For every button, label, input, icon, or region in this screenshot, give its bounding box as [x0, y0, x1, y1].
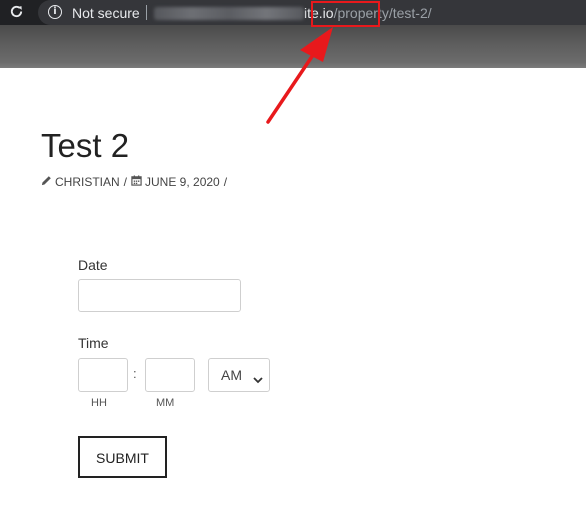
- minute-input[interactable]: [145, 358, 195, 392]
- ampm-selected-value: AM: [221, 367, 242, 383]
- post-date: JUNE 9, 2020: [145, 174, 220, 189]
- pencil-icon: [41, 175, 52, 189]
- meta-separator: /: [223, 174, 228, 189]
- post-meta: CHRISTIAN / JUNE 9, 2020/: [41, 174, 231, 189]
- blurred-host: [154, 7, 304, 20]
- annotation-highlight-box: [311, 1, 380, 27]
- minute-sublabel: MM: [156, 397, 175, 409]
- hour-input[interactable]: [78, 358, 128, 392]
- ampm-select[interactable]: AM: [208, 358, 270, 392]
- time-separator: :: [133, 366, 137, 381]
- calendar-icon: [131, 175, 142, 189]
- date-label: Date: [78, 257, 108, 273]
- site-header: [0, 25, 586, 68]
- browser-toolbar: i Not secure ite.io/property/test-2/: [0, 0, 586, 25]
- reload-icon[interactable]: [8, 4, 25, 21]
- date-input[interactable]: [78, 279, 241, 312]
- info-icon[interactable]: i: [48, 5, 62, 19]
- post-author[interactable]: CHRISTIAN: [55, 175, 120, 189]
- meta-separator: /: [123, 174, 128, 189]
- security-status[interactable]: Not secure: [72, 5, 140, 21]
- time-label: Time: [78, 335, 109, 351]
- page-title: Test 2: [41, 127, 130, 164]
- submit-button[interactable]: SUBMIT: [78, 436, 167, 478]
- hour-sublabel: HH: [91, 397, 107, 409]
- url-text[interactable]: ite.io/property/test-2/: [154, 5, 432, 21]
- chevron-down-icon: [253, 371, 263, 387]
- divider: [146, 5, 147, 20]
